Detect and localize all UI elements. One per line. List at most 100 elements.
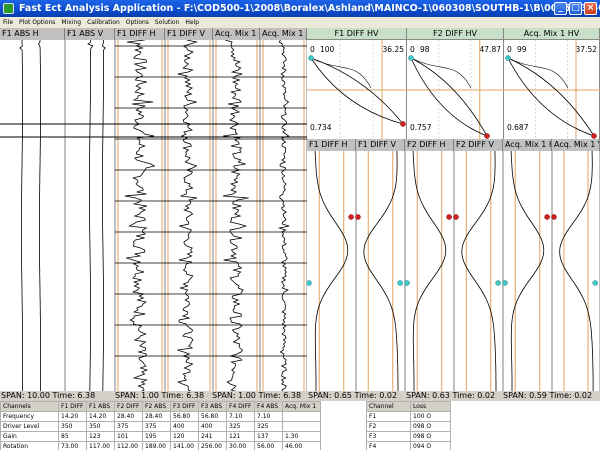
table-cell[interactable]: 189.00	[142, 441, 171, 450]
strip-trace	[19, 40, 23, 392]
table-row: F4 094 O	[366, 441, 451, 450]
table-cell[interactable]: 14.20	[58, 411, 87, 422]
loss-table[interactable]: Channel Loss F1 100 O F2 098 O F3 098 O F4 094 O	[366, 401, 451, 450]
table-cell[interactable]: 101	[114, 431, 143, 442]
lissajous-trace	[310, 57, 372, 89]
window-title: Fast Ect Analysis Application - F:\COD50…	[19, 3, 600, 14]
table-cell[interactable]: 56.80	[170, 411, 199, 422]
table-cell[interactable]: 85	[58, 431, 87, 442]
menu-file[interactable]: File	[0, 17, 16, 28]
lissajous-trace	[310, 57, 404, 125]
title-bar[interactable]: Fast Ect Analysis Application - F:\COD50…	[0, 0, 600, 17]
table-cell[interactable]: 098 O	[410, 431, 451, 442]
span-readout: SPAN: 1.00 Time: 6.38	[212, 391, 302, 400]
table-cell[interactable]: 256.00	[198, 441, 227, 450]
strip-header-f1-diff-v[interactable]: F1 DIFF V	[165, 28, 213, 40]
lissajous-plot	[407, 40, 504, 139]
column-header: F1 DIFF	[58, 401, 87, 412]
table-cell[interactable]: 1.30	[282, 431, 321, 442]
menu-options[interactable]: Options	[123, 17, 152, 28]
menu-plot-options[interactable]: Plot Options	[16, 17, 58, 28]
table-cell[interactable]: 46.00	[282, 441, 321, 450]
channel-table[interactable]: Channels F1 DIFF F1 ABS F2 DIFF F2 ABS F3 DIF…	[0, 401, 321, 450]
table-cell[interactable]: 28.40	[114, 411, 143, 422]
strip-header-f1-abs-h[interactable]: F1 ABS H	[0, 28, 65, 40]
table-cell[interactable]: 375	[114, 421, 143, 432]
table-cell[interactable]: 7.10	[254, 411, 283, 422]
table-cell[interactable]	[282, 421, 321, 432]
table-cell[interactable]: 350	[58, 421, 87, 432]
strip-header-acq-mix-h[interactable]: Acq. Mix 1 H	[213, 28, 260, 40]
table-cell[interactable]: 120	[170, 431, 199, 442]
strip-header-f1-abs-v[interactable]: F1 ABS V	[65, 28, 115, 40]
strip-header-acq-mix-v[interactable]: Acq. Mix 1 V	[260, 28, 307, 40]
menu-help[interactable]: Help	[182, 17, 202, 28]
vstrip-cyan-marker	[495, 280, 501, 286]
table-cell[interactable]: 73.00	[58, 441, 87, 450]
table-cell[interactable]: 094 O	[410, 441, 451, 450]
strip-trace	[38, 40, 41, 392]
lissajous-trace	[410, 57, 488, 137]
vstrip-header-f2-diff-h[interactable]: F2 DIFF H	[405, 139, 454, 151]
vstrip-header-f1-diff-v[interactable]: F1 DIFF V	[356, 139, 405, 151]
vertical-strip-traces	[307, 151, 600, 392]
minimize-button[interactable]: _	[554, 2, 567, 15]
vstrip-cyan-marker	[404, 280, 410, 286]
table-cell[interactable]	[282, 411, 321, 422]
close-button[interactable]: ×	[584, 2, 597, 15]
table-cell[interactable]: 325	[254, 421, 283, 432]
table-cell[interactable]: 56.00	[254, 441, 283, 450]
vstrip-trace	[510, 151, 545, 391]
menu-solution[interactable]: Solution	[152, 17, 182, 28]
vstrip-header-acq-mix-v[interactable]: Acq. Mix 1 V	[552, 139, 600, 151]
maximize-button[interactable]: □	[569, 2, 582, 15]
table-cell[interactable]: 375	[142, 421, 171, 432]
table-cell[interactable]: 350	[86, 421, 115, 432]
vstrip-header-f1-diff-h[interactable]: F1 DIFF H	[307, 139, 356, 151]
table-cell[interactable]: 400	[198, 421, 227, 432]
table-cell[interactable]: 141.00	[170, 441, 199, 450]
table-cell[interactable]: 241	[198, 431, 227, 442]
table-cell[interactable]: 117.00	[86, 441, 115, 450]
strip-trace	[176, 40, 198, 392]
strip-header-f1-diff-h[interactable]: F1 DIFF H	[115, 28, 165, 40]
table-cell[interactable]: 30.00	[226, 441, 255, 450]
column-header: F4 DIFF	[226, 401, 255, 412]
table-row: Driver Level 350 350 375 375 400 400 325 325	[0, 421, 321, 432]
table-cell[interactable]: 56.80	[198, 411, 227, 422]
table-cell[interactable]: 195	[142, 431, 171, 442]
column-header: F4 ABS	[254, 401, 283, 412]
table-cell[interactable]: 137	[254, 431, 283, 442]
table-cell[interactable]: 14.20	[86, 411, 115, 422]
vstrip-cyan-marker	[592, 280, 598, 286]
lissajous-panel-f1-diff[interactable]: F1 DIFF HV 0 100 36.25 0.734	[307, 28, 407, 139]
vstrip-header-f2-diff-v[interactable]: F2 DIFF V	[454, 139, 503, 151]
table-cell[interactable]: 123	[86, 431, 115, 442]
vstrip-red-marker	[551, 214, 557, 220]
table-cell: Frequency	[0, 411, 59, 422]
strip-chart-panel[interactable]: F1 ABS H F1 ABS V F1 DIFF H F1 DIFF V Ac…	[0, 28, 307, 392]
table-cell: F4	[366, 441, 411, 450]
lissajous-panel-f2-diff[interactable]: F2 DIFF HV 0 98 47.87 0.757	[407, 28, 504, 139]
table-cell[interactable]: 112.00	[114, 441, 143, 450]
table-cell[interactable]: 121	[226, 431, 255, 442]
table-cell[interactable]: 7.10	[226, 411, 255, 422]
lissajous-start-marker	[308, 55, 314, 61]
menu-mixing[interactable]: Mixing	[58, 17, 84, 28]
column-header: F1 ABS	[86, 401, 115, 412]
lissajous-end-marker	[400, 121, 406, 127]
vstrip-trace	[314, 151, 349, 391]
table-cell[interactable]: 100 O	[410, 411, 451, 422]
table-cell[interactable]: 325	[226, 421, 255, 432]
lissajous-panel-acq-mix[interactable]: Acq. Mix 1 HV 0 99 37.52 0.687	[504, 28, 600, 139]
table-row: F3 098 O	[366, 431, 451, 442]
vstrip-cyan-marker	[502, 280, 508, 286]
vstrip-header-acq-mix-h[interactable]: Acq. Mix 1 H	[503, 139, 552, 151]
table-cell[interactable]: 098 O	[410, 421, 451, 432]
strip-traces[interactable]	[0, 40, 307, 392]
menu-calibration[interactable]: Calibration	[84, 17, 123, 28]
column-header: Channels	[0, 401, 59, 412]
table-cell[interactable]: 28.40	[142, 411, 171, 422]
table-cell[interactable]: 400	[170, 421, 199, 432]
vertical-strip-panel[interactable]: F1 DIFF H F1 DIFF V F2 DIFF H F2 DIFF V …	[307, 139, 600, 392]
